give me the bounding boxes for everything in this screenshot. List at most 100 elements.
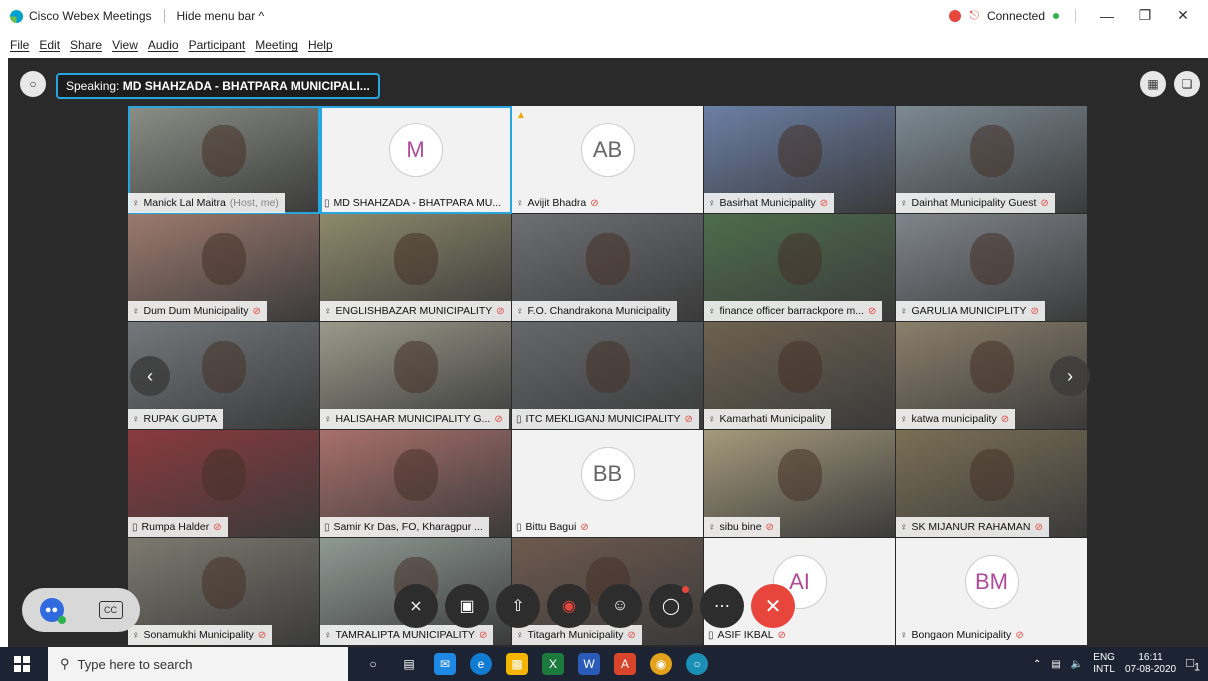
participant-nameplate: ♀ Sonamukhi Municipality ⊘ [128, 625, 273, 645]
audio-icon: ♀ [708, 305, 716, 317]
previous-page-icon[interactable]: ‹ [130, 356, 170, 396]
excel-icon[interactable]: X [542, 653, 564, 675]
participant-tile[interactable]: ▯ Rumpa Halder ⊘ [128, 430, 320, 538]
participant-tile[interactable]: ♀ HALISAHAR MUNICIPALITY G... ⊘ [320, 322, 512, 430]
record-button[interactable]: ◉ [547, 584, 591, 628]
participants-button[interactable]: ☺ [598, 584, 642, 628]
menu-view[interactable]: View [112, 38, 138, 52]
menu-audio[interactable]: Audio [148, 38, 179, 52]
pdf-icon[interactable]: A [614, 653, 636, 675]
taskbar-search-input[interactable]: ⚲ Type here to search [48, 647, 348, 681]
chat-button[interactable]: ◯ [649, 584, 693, 628]
participant-name: Bittu Bagui [525, 521, 577, 533]
chat-badge [682, 586, 689, 593]
mic-status-icon: ⎋ [969, 8, 979, 22]
participant-nameplate: ▯ ITC MEKLIGANJ MUNICIPALITY ⊘ [512, 409, 699, 429]
speaking-indicator: Speaking: MD SHAHZADA - BHATPARA MUNICIP… [56, 73, 380, 99]
participant-nameplate: ♀ Dainhat Municipality Guest ⊘ [896, 193, 1055, 213]
menu-help[interactable]: Help [308, 38, 333, 52]
menu-share[interactable]: Share [70, 38, 102, 52]
participant-tile[interactable]: ♀ SK MIJANUR RAHAMAN ⊘ [896, 430, 1088, 538]
webex-taskbar-icon[interactable]: ○ [686, 653, 708, 675]
menu-file[interactable]: File [10, 38, 29, 52]
window-separator [1075, 8, 1076, 23]
video-button[interactable]: ▣ [445, 584, 489, 628]
participant-tile[interactable]: ♀ ENGLISHBAZAR MUNICIPALITY ⊘ [320, 214, 512, 322]
menu-edit[interactable]: Edit [39, 38, 60, 52]
participant-tile[interactable]: ♀ Manick Lal Maitra (Host, me) [128, 106, 320, 214]
meeting-info-icon[interactable]: ○ [20, 71, 46, 97]
word-icon[interactable]: W [578, 653, 600, 675]
participant-tile[interactable]: ♀ Sonamukhi Municipality ⊘ [128, 538, 320, 646]
participant-tile[interactable]: ♀ finance officer barrackpore m... ⊘ [704, 214, 896, 322]
menu-meeting[interactable]: Meeting [255, 38, 298, 52]
muted-mic-icon: ⊘ [1000, 413, 1010, 425]
language-indicator[interactable]: ENG INTL [1093, 652, 1115, 676]
clock[interactable]: 16:11 07-08-2020 [1125, 652, 1176, 676]
participant-tile[interactable]: M ▯ MD SHAHZADA - BHATPARA MU... [320, 106, 512, 214]
participant-tile[interactable]: BB ▯ Bittu Bagui ⊘ [512, 430, 704, 538]
closed-captions-icon[interactable]: CC [98, 601, 123, 619]
task-view-icon[interactable]: ▤ [398, 653, 420, 675]
participant-name: SK MIJANUR RAHAMAN [911, 521, 1031, 533]
muted-mic-icon: ⊘ [213, 521, 222, 533]
participant-tile[interactable]: ♀ Kamarhati Municipality [704, 322, 896, 430]
tray-chevron-icon[interactable]: ⌃ [1033, 659, 1041, 670]
next-page-icon[interactable]: › [1050, 356, 1090, 396]
recording-icon[interactable] [949, 9, 962, 22]
grid-view-icon[interactable]: ▦ [1140, 71, 1166, 97]
participant-nameplate: ♀ HALISAHAR MUNICIPALITY G... ⊘ [320, 409, 509, 429]
menu-participant[interactable]: Participant [189, 38, 246, 52]
cortana-icon[interactable]: ○ [362, 653, 384, 675]
participant-tile[interactable]: BM ♀ Bongaon Municipality ⊘ [896, 538, 1088, 646]
avatar: BM [964, 555, 1019, 609]
share-button[interactable]: ⇧ [496, 584, 540, 628]
mail-icon[interactable]: ✉ [434, 653, 456, 675]
avatar: BB [580, 447, 635, 501]
participant-nameplate: ♀ Dum Dum Municipality ⊘ [128, 301, 267, 321]
close-window-button[interactable]: ✕ [1168, 7, 1198, 24]
volume-icon[interactable]: 🔈 [1071, 659, 1083, 670]
participant-tile[interactable]: AB ▲ ♀ Avijit Bhadra ⊘ [512, 106, 704, 214]
participant-name: Titagarh Municipality [527, 629, 624, 641]
notifications-icon[interactable]: □1 [1186, 655, 1200, 674]
network-icon[interactable]: ▤ [1051, 659, 1060, 670]
participant-tile[interactable]: ♀ Basirhat Municipality ⊘ [704, 106, 896, 214]
audio-icon: ♀ [900, 413, 908, 425]
video-feed [201, 556, 246, 609]
windows-start-icon[interactable] [14, 656, 30, 672]
device-icon: ▯ [516, 413, 522, 425]
muted-mic-icon: ⊘ [1030, 305, 1039, 317]
leave-meeting-button[interactable]: ✕ [751, 584, 795, 628]
participant-tile[interactable]: ♀ Dainhat Municipality Guest ⊘ [896, 106, 1088, 214]
participant-tile[interactable]: ♀ Dum Dum Municipality ⊘ [128, 214, 320, 322]
participant-tile[interactable]: ▯ Samir Kr Das, FO, Kharagpur ... [320, 430, 512, 538]
participant-tile[interactable]: ▯ ITC MEKLIGANJ MUNICIPALITY ⊘ [512, 322, 704, 430]
participant-nameplate: ♀ katwa municipality ⊘ [896, 409, 1016, 429]
app-title: Cisco Webex Meetings [29, 9, 152, 23]
participant-name: Basirhat Municipality [719, 197, 816, 209]
more-options-button[interactable]: ⋯ [700, 584, 744, 628]
participant-tile[interactable]: ♀ F.O. Chandrakona Municipality [512, 214, 704, 322]
edge-icon[interactable]: e [470, 653, 492, 675]
store-icon[interactable]: ▩ [506, 653, 528, 675]
webex-assistant-icon[interactable]: ●● [39, 598, 66, 624]
chrome-icon[interactable]: ◉ [650, 653, 672, 675]
participant-tile[interactable]: ♀ sibu bine ⊘ [704, 430, 896, 538]
participant-name: Dum Dum Municipality [143, 305, 249, 317]
layout-icon[interactable]: ❏ [1174, 71, 1200, 97]
participant-name: Dainhat Municipality Guest [911, 197, 1037, 209]
participant-nameplate: ♀ Avijit Bhadra ⊘ [512, 193, 605, 213]
minimize-button[interactable]: — [1092, 8, 1122, 24]
hide-menu-bar-button[interactable]: Hide menu bar ^ [177, 9, 265, 23]
participant-nameplate: ▯ Samir Kr Das, FO, Kharagpur ... [320, 517, 489, 537]
participant-name: finance officer barrackpore m... [719, 305, 865, 317]
restore-button[interactable]: ❐ [1130, 7, 1160, 24]
mute-button[interactable]: ⨯ [394, 584, 438, 628]
participant-tile[interactable]: ♀ GARULIA MUNICIPLITY ⊘ [896, 214, 1088, 322]
title-bar: Cisco Webex Meetings Hide menu bar ^ ⎋ C… [0, 0, 1208, 34]
participant-name: HALISAHAR MUNICIPALITY G... [335, 413, 491, 425]
search-placeholder: Type here to search [77, 656, 193, 672]
participant-name: Avijit Bhadra [527, 197, 587, 209]
muted-mic-icon: ⊘ [1040, 197, 1049, 209]
